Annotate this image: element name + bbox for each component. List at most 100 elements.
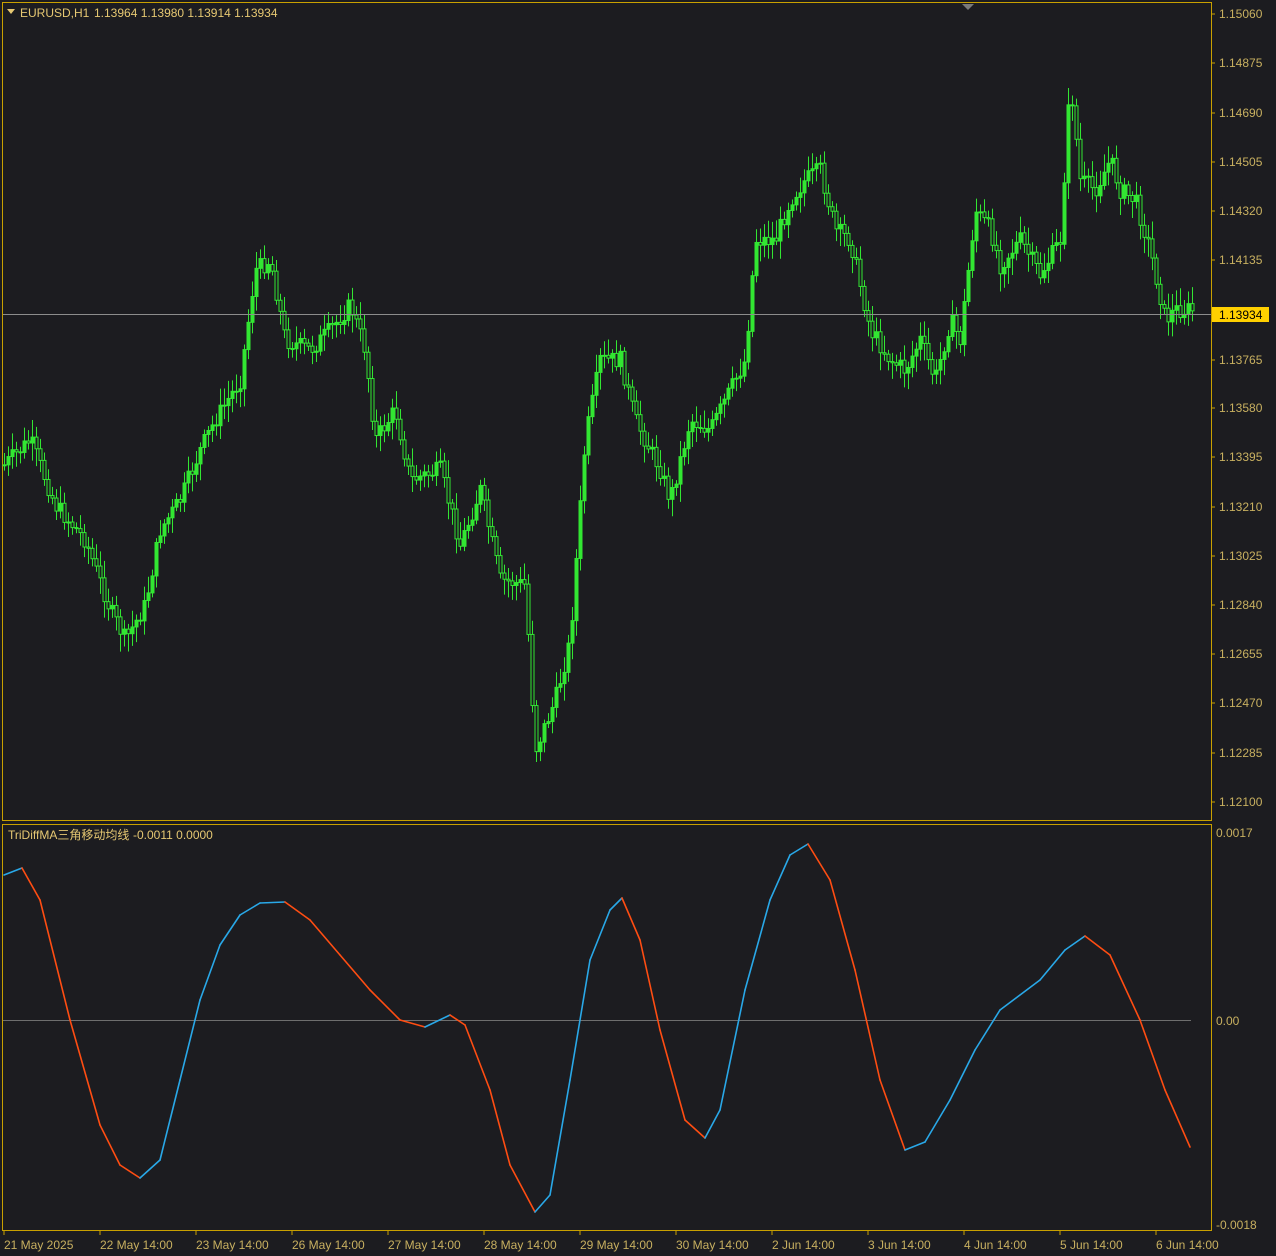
candle-body <box>562 671 567 685</box>
candle-body <box>990 218 995 246</box>
triangle-down-icon[interactable] <box>7 9 15 14</box>
indicator-segment <box>549 1079 571 1196</box>
candle-body <box>1122 184 1127 199</box>
candle-body <box>154 541 159 577</box>
candle-body <box>1154 257 1159 285</box>
candle-body <box>810 168 815 172</box>
candle-body <box>1022 232 1027 245</box>
candle-body <box>138 619 143 622</box>
candle-body <box>654 446 659 468</box>
candle-body <box>814 163 819 170</box>
indicator-segment <box>589 909 611 961</box>
candle-body <box>54 497 59 512</box>
indicator-segment <box>339 954 371 991</box>
candle-body <box>258 258 263 269</box>
indicator-segment <box>464 1024 491 1091</box>
candle-body <box>1058 242 1063 245</box>
candle-body <box>1090 176 1095 189</box>
candle-body <box>786 209 791 226</box>
candle-body <box>1030 251 1035 255</box>
candle-body <box>1074 105 1079 140</box>
candle-body <box>566 642 571 673</box>
candle-body <box>614 352 619 368</box>
candle-body <box>286 329 291 350</box>
candle-body <box>826 192 831 208</box>
indicator-segment <box>239 902 261 916</box>
indicator-segment <box>489 1089 511 1166</box>
candle-body <box>74 527 79 530</box>
candle-body <box>326 323 331 330</box>
candle-body <box>6 456 11 466</box>
candle-body <box>218 404 223 427</box>
indicator-line <box>3 843 1191 1213</box>
candle-body <box>530 633 535 707</box>
candle-body <box>686 431 691 450</box>
time-axis[interactable]: 21 May 2025 22 May 14:00 23 May 14:00 26 Ma… <box>3 1231 1219 1252</box>
candle-body <box>202 433 207 448</box>
indicator-segment <box>1139 1019 1166 1091</box>
ohlc-label: 1.13964 1.13980 1.13914 1.13934 <box>94 6 278 20</box>
price-tick-label: 1.12470 <box>1219 696 1263 710</box>
time-tick-label: 22 May 14:00 <box>100 1238 173 1252</box>
candle-body <box>1102 171 1107 187</box>
candle-body <box>42 459 47 480</box>
price-axis[interactable]: 1.15060 1.14875 1.14690 1.14505 1.14320 1.141… <box>1211 7 1263 809</box>
candle-body <box>1190 303 1195 312</box>
price-panel-frame <box>2 2 1212 821</box>
candle-body <box>486 499 491 528</box>
candle-body <box>518 579 523 584</box>
candle-body <box>722 398 727 405</box>
price-tick-label: 1.13025 <box>1219 549 1263 563</box>
candle-body <box>710 419 715 429</box>
candle-body <box>630 386 635 402</box>
candle-body <box>1126 184 1131 197</box>
candle-body <box>1094 187 1099 197</box>
candle-body <box>754 241 759 277</box>
indicator-segment <box>769 854 791 901</box>
candle-body <box>194 463 199 475</box>
candle-body <box>538 741 543 753</box>
candle-body <box>490 526 495 538</box>
candle-body <box>858 258 863 287</box>
candle-body <box>1174 305 1179 311</box>
candle-body <box>1138 194 1143 226</box>
time-tick-label: 28 May 14:00 <box>484 1238 557 1252</box>
indicator-segment <box>974 1009 1001 1051</box>
indicator-segment <box>509 1164 536 1213</box>
candle-body <box>1110 157 1115 164</box>
candle-body <box>250 296 255 323</box>
candle-body <box>378 425 383 437</box>
candle-body <box>390 407 395 423</box>
candle-body <box>926 342 931 361</box>
time-tick-label: 6 Jun 14:00 <box>1156 1238 1219 1252</box>
candle-body <box>666 475 671 500</box>
candle-body <box>178 498 183 503</box>
candle-body <box>774 237 779 242</box>
candle-body <box>682 448 687 458</box>
candle-body <box>66 521 71 524</box>
candle-body <box>22 440 27 453</box>
time-tick-label: 30 May 14:00 <box>676 1238 749 1252</box>
candle-body <box>34 436 39 450</box>
candle-body <box>778 218 783 242</box>
candle-body <box>746 330 751 363</box>
indicator-segment <box>1164 1089 1191 1148</box>
candle-body <box>930 359 935 375</box>
candle-body <box>638 414 643 432</box>
indicator-segment <box>534 1194 551 1213</box>
indicator-axis[interactable]: 0.0017 0.00 -0.0018 <box>1216 826 1257 1232</box>
candle-body <box>14 449 19 453</box>
candle-body <box>298 338 303 344</box>
candle-body <box>354 314 359 320</box>
indicator-tick-label: 0.00 <box>1216 1014 1240 1028</box>
candle-body <box>470 519 475 526</box>
candle-body <box>62 502 67 523</box>
shift-marker-icon[interactable] <box>962 4 974 10</box>
current-price-tag-label: 1.13934 <box>1219 308 1263 322</box>
candle-body <box>186 470 191 484</box>
candle-body <box>1034 251 1039 264</box>
candle-body <box>86 546 91 549</box>
price-tick-label: 1.13580 <box>1219 401 1263 415</box>
indicator-segment <box>21 867 41 901</box>
candle-body <box>594 371 599 396</box>
